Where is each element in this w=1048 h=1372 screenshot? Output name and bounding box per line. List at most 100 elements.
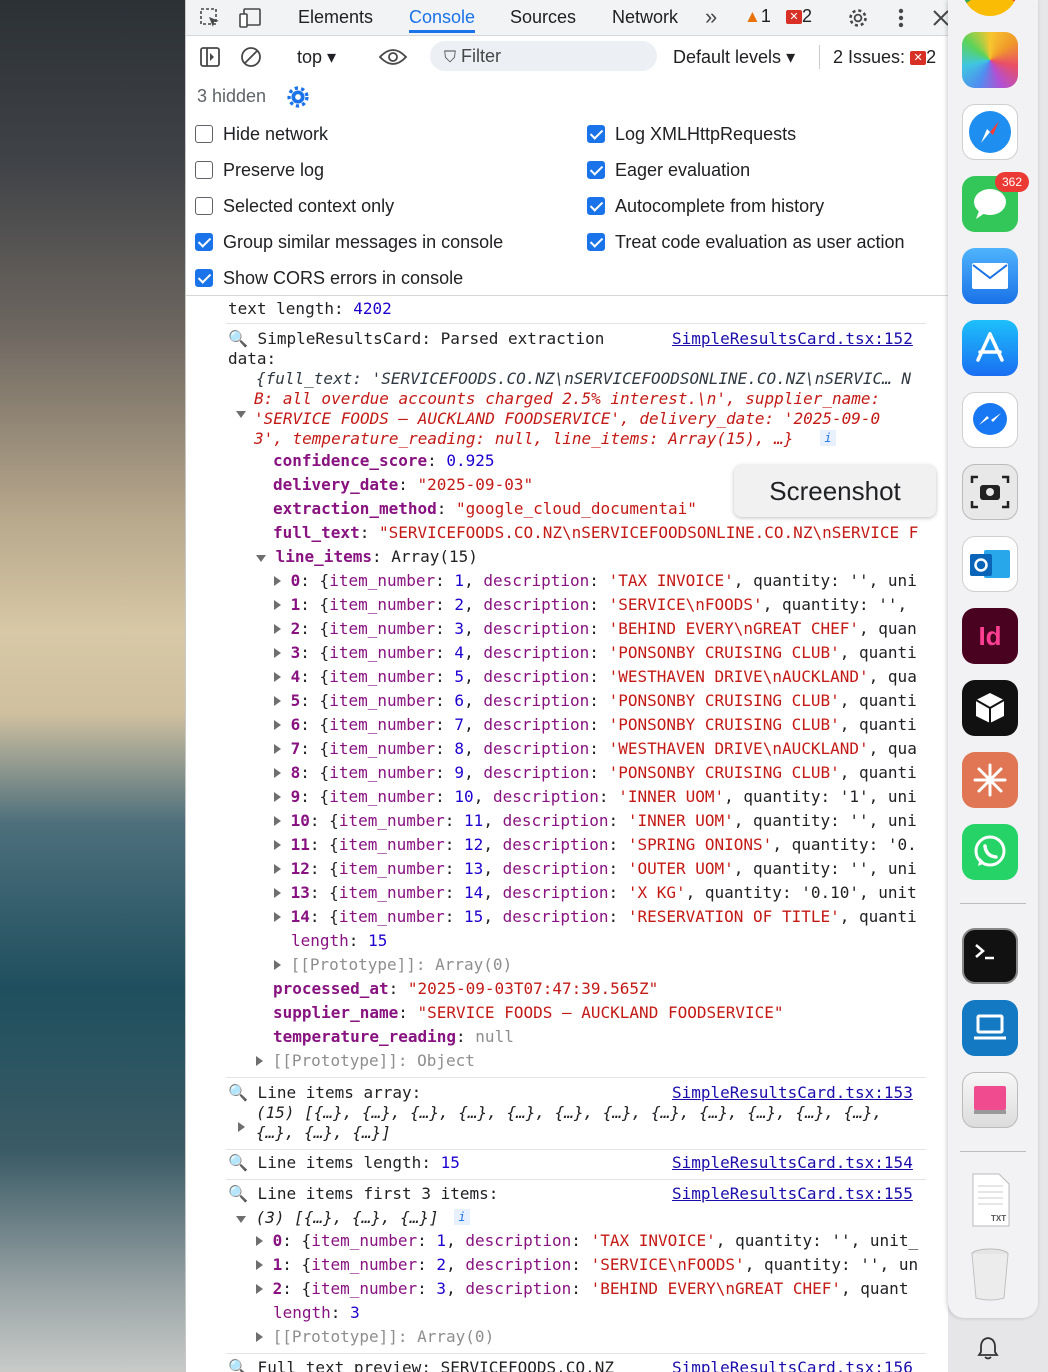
line-item-row[interactable]: 2: {item_number: 3, description: 'BEHIND… (256, 1279, 908, 1299)
console-settings-gear-icon[interactable] (284, 83, 312, 111)
notification-bell-icon[interactable] (974, 1334, 1002, 1362)
line-item-row[interactable]: 0: {item_number: 1, description: 'TAX IN… (274, 571, 917, 591)
settings-gear-icon[interactable] (844, 4, 872, 32)
warning-badge[interactable]: ▲1 (744, 6, 771, 27)
remote-desktop-app-icon[interactable] (962, 1000, 1018, 1056)
more-tabs-icon[interactable]: » (705, 5, 717, 33)
array-summary[interactable]: (3) [{…}, {…}, {…}] (236, 1208, 439, 1228)
caret-right-icon (256, 1236, 263, 1246)
source-link-154[interactable]: SimpleResultsCard.tsx:154 (672, 1153, 913, 1172)
array-summary: (15) [{…}, {…}, {…}, {…}, {…}, {…}, {…},… (256, 1103, 883, 1122)
chrome-app-icon[interactable] (962, 0, 1018, 16)
device-toolbar-icon[interactable] (236, 4, 264, 32)
tab-elements[interactable]: Elements (298, 5, 373, 33)
log-xhr-checkbox[interactable]: Log XMLHttpRequests (587, 122, 796, 146)
line-item-row[interactable]: 13: {item_number: 14, description: 'X KG… (274, 883, 917, 903)
prototype-row[interactable]: [[Prototype]]: Array(0) (274, 955, 512, 975)
line-item-row[interactable]: 1: {item_number: 2, description: 'SERVIC… (256, 1255, 918, 1275)
tab-sources[interactable]: Sources (510, 5, 576, 33)
line-item-row[interactable]: 14: {item_number: 15, description: 'RESE… (274, 907, 917, 927)
line-item-row[interactable]: 3: {item_number: 4, description: 'PONSON… (274, 643, 917, 663)
caret-right-icon (238, 1122, 245, 1132)
line-item-row[interactable]: 0: {item_number: 1, description: 'TAX IN… (256, 1231, 918, 1251)
trash-icon[interactable] (962, 1246, 1018, 1302)
field-row: temperature_reading: null (273, 1027, 514, 1046)
devtools-panel: Elements Console Sources Network » ▲1 ✕ 2… (185, 0, 948, 1372)
log-levels-dropdown[interactable]: Default levels ▾ (673, 47, 795, 68)
message-separator (226, 1077, 926, 1078)
line-item-row[interactable]: 2: {item_number: 3, description: 'BEHIND… (274, 619, 917, 639)
source-link-155[interactable]: SimpleResultsCard.tsx:155 (672, 1184, 913, 1203)
message-separator (226, 1149, 926, 1150)
close-icon[interactable] (927, 4, 948, 32)
caret-right-icon (274, 768, 281, 778)
sidebar-toggle-icon[interactable] (196, 43, 224, 71)
indesign-app-icon[interactable]: Id (962, 608, 1018, 664)
source-link-153[interactable]: SimpleResultsCard.tsx:153 (672, 1083, 913, 1102)
caret-right-icon (274, 912, 281, 922)
error-badge[interactable]: ✕ 2 (786, 6, 812, 27)
claude-app-icon[interactable] (962, 752, 1018, 808)
messenger-app-icon[interactable] (962, 392, 1018, 448)
line-item-row[interactable]: 4: {item_number: 5, description: 'WESTHA… (274, 667, 917, 687)
app-store-icon[interactable] (962, 320, 1018, 376)
source-link-156[interactable]: SimpleResultsCard.tsx:156 (672, 1358, 913, 1372)
cleanmymac-app-icon[interactable] (962, 1072, 1018, 1128)
caret-right-icon (256, 1260, 263, 1270)
caret-right-icon (274, 600, 281, 610)
photos-app-icon[interactable] (962, 32, 1018, 88)
info-icon[interactable]: i (820, 430, 836, 446)
selected-context-checkbox[interactable]: Selected context only (195, 194, 394, 218)
outlook-app-icon[interactable] (962, 536, 1018, 592)
hide-network-checkbox[interactable]: Hide network (195, 122, 328, 146)
safari-app-icon[interactable] (962, 104, 1018, 160)
whatsapp-app-icon[interactable] (962, 824, 1018, 880)
treat-code-evaluation-checkbox[interactable]: Treat code evaluation as user action (587, 230, 905, 254)
terminal-app-icon[interactable] (962, 928, 1018, 984)
line-item-row[interactable]: 10: {item_number: 11, description: 'INNE… (274, 811, 917, 831)
length-row: length: 15 (291, 931, 388, 950)
live-expression-eye-icon[interactable] (376, 43, 410, 71)
eager-evaluation-checkbox[interactable]: Eager evaluation (587, 158, 750, 182)
length-row: length: 3 (273, 1303, 360, 1322)
prototype-row[interactable]: [[Prototype]]: Array(0) (256, 1327, 494, 1347)
tab-console[interactable]: Console (409, 5, 476, 33)
line-item-row[interactable]: 12: {item_number: 13, description: 'OUTE… (274, 859, 917, 879)
line-item-row[interactable]: 5: {item_number: 6, description: 'PONSON… (274, 691, 917, 711)
line-items-row[interactable]: line_items: Array(15) (256, 547, 478, 567)
svg-text:TXT: TXT (991, 1214, 1006, 1223)
devtools-tabbar: Elements Console Sources Network » ▲1 ✕ 2 (186, 0, 948, 36)
line-item-row[interactable]: 1: {item_number: 2, description: 'SERVIC… (274, 595, 907, 615)
line-item-row[interactable]: 8: {item_number: 9, description: 'PONSON… (274, 763, 917, 783)
caret-right-icon (274, 576, 281, 586)
line-item-row[interactable]: 7: {item_number: 8, description: 'WESTHA… (274, 739, 917, 759)
log-message-parsed-cont: data: (228, 349, 277, 368)
line-item-row[interactable]: 9: {item_number: 10, description: 'INNER… (274, 787, 917, 807)
expand-arrow[interactable] (236, 403, 246, 423)
line-item-row[interactable]: 6: {item_number: 7, description: 'PONSON… (274, 715, 917, 735)
prototype-row[interactable]: [[Prototype]]: Object (256, 1051, 475, 1071)
console-settings-pane: Hide network Preserve log Selected conte… (186, 116, 948, 296)
inspect-element-icon[interactable] (196, 4, 224, 32)
preserve-log-checkbox[interactable]: Preserve log (195, 158, 324, 182)
source-link-152[interactable]: SimpleResultsCard.tsx:152 (672, 329, 913, 348)
show-cors-checkbox[interactable]: Show CORS errors in console (195, 266, 463, 290)
tab-network[interactable]: Network (612, 5, 678, 33)
message-separator (226, 1179, 926, 1180)
text-document-icon[interactable]: TXT (962, 1172, 1018, 1228)
autocomplete-history-checkbox[interactable]: Autocomplete from history (587, 194, 824, 218)
filter-input[interactable]: ⛉ Filter (430, 41, 657, 71)
group-similar-checkbox[interactable]: Group similar messages in console (195, 230, 503, 254)
clear-console-icon[interactable] (237, 43, 265, 71)
screenshot-app-icon[interactable] (962, 464, 1018, 520)
dock-divider (960, 903, 1026, 904)
issues-button[interactable]: 2 Issues: ✕ 2 (833, 47, 936, 68)
dark-app-icon[interactable] (962, 680, 1018, 736)
mail-app-icon[interactable] (962, 248, 1018, 304)
info-icon[interactable]: i (454, 1209, 470, 1225)
log-message-full-text: 🔍 Full text preview: SERVICEFOODS.CO.NZ (228, 1358, 614, 1372)
expand-arrow[interactable] (238, 1117, 245, 1137)
line-item-row[interactable]: 11: {item_number: 12, description: 'SPRI… (274, 835, 917, 855)
more-options-icon[interactable] (887, 4, 915, 32)
context-selector[interactable]: top ▾ (297, 47, 336, 68)
